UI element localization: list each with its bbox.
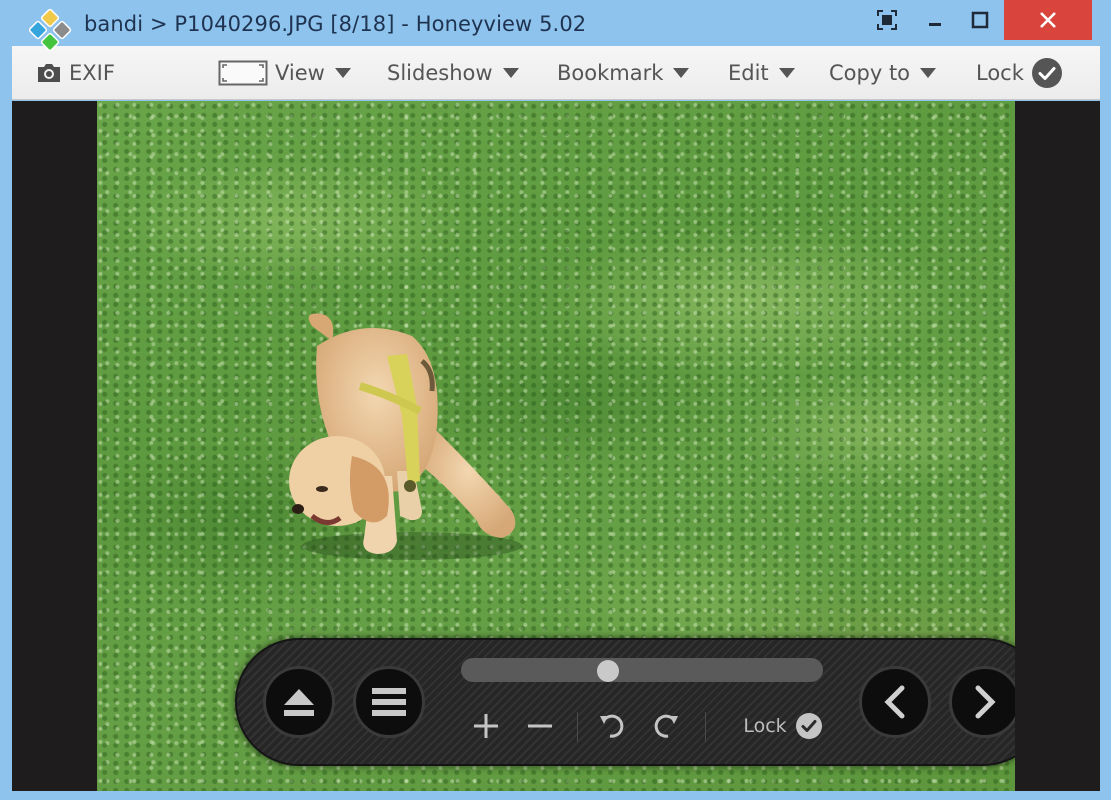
eject-icon bbox=[284, 689, 314, 716]
toolbar: EXIF View Slideshow Bookmark Edit Copy t… bbox=[12, 46, 1100, 100]
maximize-icon bbox=[971, 11, 989, 29]
rotate-left-button[interactable] bbox=[593, 706, 631, 746]
image-viewer[interactable]: Lock bbox=[12, 101, 1100, 791]
previous-image-button[interactable] bbox=[859, 666, 931, 738]
caret-down-icon bbox=[502, 68, 519, 78]
edit-label: Edit bbox=[728, 61, 769, 85]
lock-toggle[interactable]: Lock bbox=[976, 46, 1063, 100]
caret-down-icon bbox=[673, 68, 690, 78]
minimize-icon bbox=[929, 23, 941, 26]
title-bar[interactable]: bandi > P1040296.JPG [8/18] - Honeyview … bbox=[0, 0, 1111, 52]
panel-lock-toggle[interactable]: Lock bbox=[733, 706, 833, 746]
window-title: bandi > P1040296.JPG [8/18] - Honeyview … bbox=[84, 12, 587, 36]
bookmark-label: Bookmark bbox=[557, 61, 664, 85]
rotate-right-button[interactable] bbox=[647, 706, 685, 746]
minimize-button[interactable] bbox=[912, 0, 958, 40]
minus-icon bbox=[528, 724, 552, 728]
view-label: View bbox=[275, 61, 325, 85]
edit-menu[interactable]: Edit bbox=[728, 46, 795, 100]
rotate-left-icon bbox=[600, 714, 624, 738]
plus-icon bbox=[474, 714, 498, 738]
exif-label: EXIF bbox=[69, 61, 115, 85]
menu-icon bbox=[372, 688, 406, 716]
rotate-right-icon bbox=[654, 714, 678, 738]
check-circle-icon bbox=[1031, 58, 1062, 88]
chevron-right-icon bbox=[975, 685, 996, 719]
view-menu[interactable]: View bbox=[218, 46, 351, 100]
exif-button[interactable]: EXIF bbox=[36, 46, 115, 100]
photo-image: Lock bbox=[97, 101, 1015, 791]
zoom-in-button[interactable] bbox=[467, 706, 505, 746]
close-button[interactable] bbox=[1004, 0, 1092, 40]
separator bbox=[577, 712, 578, 742]
panel-lock-label: Lock bbox=[743, 715, 787, 737]
slider-thumb[interactable] bbox=[597, 660, 620, 682]
honeyview-window: bandi > P1040296.JPG [8/18] - Honeyview … bbox=[0, 0, 1111, 800]
floating-control-panel: Lock bbox=[235, 638, 1015, 766]
check-circle-icon bbox=[795, 713, 822, 739]
copy-to-label: Copy to bbox=[829, 61, 911, 85]
caret-down-icon bbox=[334, 68, 351, 78]
bookmark-menu[interactable]: Bookmark bbox=[557, 46, 690, 100]
separator bbox=[705, 712, 706, 742]
chevron-left-icon bbox=[884, 685, 905, 719]
next-image-button[interactable] bbox=[949, 666, 1015, 738]
image-navigation-slider[interactable] bbox=[461, 658, 823, 682]
fullscreen-button[interactable] bbox=[866, 0, 908, 40]
camera-icon bbox=[38, 64, 60, 82]
honeyview-diamond-icon bbox=[28, 8, 72, 52]
caret-down-icon bbox=[778, 68, 795, 78]
lock-label: Lock bbox=[976, 61, 1024, 85]
close-icon bbox=[1040, 12, 1056, 28]
maximize-button[interactable] bbox=[958, 0, 1002, 40]
copy-to-menu[interactable]: Copy to bbox=[829, 46, 937, 100]
menu-button[interactable] bbox=[353, 666, 425, 738]
fullscreen-icon bbox=[877, 10, 897, 30]
zoom-out-button[interactable] bbox=[521, 706, 559, 746]
slideshow-label: Slideshow bbox=[387, 61, 493, 85]
eject-button[interactable] bbox=[263, 666, 335, 738]
frame-icon bbox=[218, 60, 268, 86]
slideshow-menu[interactable]: Slideshow bbox=[387, 46, 519, 100]
dog-image bbox=[289, 313, 522, 560]
caret-down-icon bbox=[920, 68, 937, 78]
